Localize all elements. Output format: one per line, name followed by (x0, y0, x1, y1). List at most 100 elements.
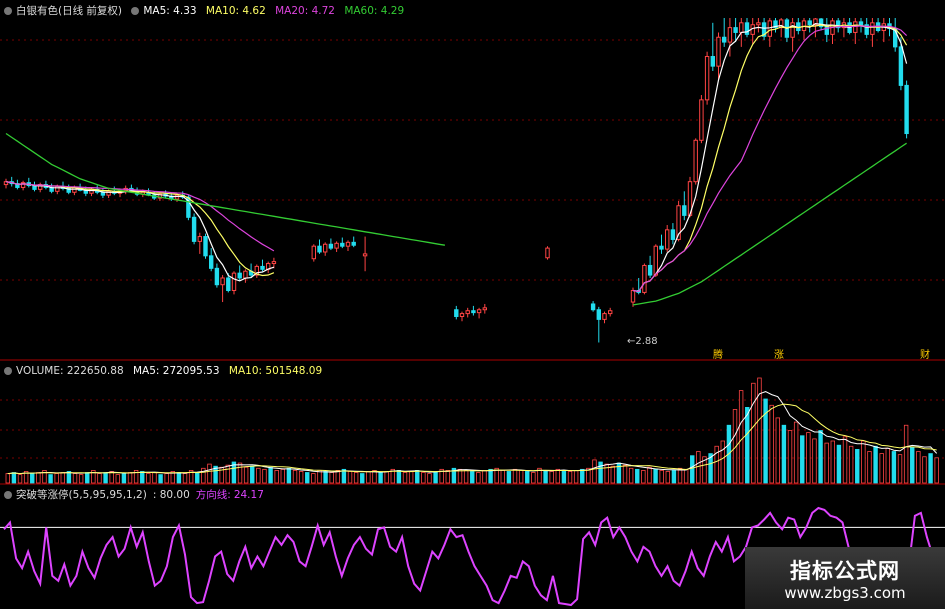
event-tag-1[interactable]: 腾 (713, 346, 723, 361)
volume-bar-105 (647, 466, 652, 484)
volume-bar-77 (476, 472, 481, 484)
candle-r42 (870, 22, 875, 35)
ma5-line-a (5, 181, 275, 282)
candle-iso3 (465, 310, 470, 315)
watermark: 指标公式网 www.zbgs3.com (745, 547, 945, 609)
volume-bar-72 (445, 469, 450, 484)
indicator-line-value: 24.17 (233, 489, 264, 501)
volume-bar-54 (335, 469, 340, 484)
candle-iso10 (602, 313, 607, 320)
candle-iso0 (362, 253, 368, 257)
volume-ma5-label: MA5: 272095.53 (132, 365, 220, 377)
ma20-label: MA20: 4.72 (275, 5, 335, 17)
volume-bar-76 (470, 471, 475, 484)
volume-bar-47 (292, 469, 298, 484)
volume-bar-41 (256, 467, 261, 484)
indicator-line-label: 方向线: (195, 489, 231, 501)
candle-iso8 (590, 303, 596, 311)
volume-bar-94 (580, 468, 585, 484)
volume-bar-144 (885, 447, 890, 484)
volume-ma10-label: MA10: 501548.09 (228, 365, 323, 377)
volume-bar-75 (463, 469, 469, 484)
candle-r5 (659, 245, 664, 250)
event-tag-3[interactable]: 财 (920, 346, 930, 361)
volume-bar-132 (812, 438, 817, 484)
volume-bar-8 (54, 473, 59, 484)
candle-iso6 (482, 307, 488, 311)
candle-r14 (710, 56, 715, 67)
candle-r13 (704, 56, 710, 101)
volume-bar-125 (769, 404, 774, 484)
volume-bar-145 (891, 451, 897, 484)
volume-bar-16 (103, 472, 108, 484)
stock-title: 白银有色(日线 前复权) (16, 5, 123, 17)
volume-bar-109 (671, 469, 677, 484)
volume-bar-126 (775, 417, 780, 484)
candle-r24 (767, 20, 772, 37)
candle-b0 (311, 245, 317, 260)
volume-bar-20 (127, 472, 133, 484)
candle-r48 (904, 84, 909, 135)
candle-r16 (722, 36, 727, 43)
volume-bar-90 (555, 468, 560, 484)
volume-bar-151 (928, 453, 933, 484)
low-price-annotation: ←2.88 (627, 336, 658, 347)
indicator-menu-icon[interactable] (4, 491, 12, 499)
candle-r0 (630, 289, 636, 303)
candle-38 (220, 277, 225, 286)
volume-bar-124 (763, 398, 768, 484)
chart-menu-icon[interactable] (4, 7, 12, 15)
volume-bar-110 (677, 467, 683, 484)
volume-bar-70 (433, 471, 438, 484)
watermark-title: 指标公式网 (790, 559, 900, 583)
volume-bar-69 (427, 473, 432, 484)
volume-bar-104 (641, 469, 646, 484)
candle-b1 (317, 245, 322, 253)
ma-menu-icon[interactable] (131, 7, 140, 15)
candle-r31 (807, 20, 812, 26)
event-tag-2[interactable]: 涨 (774, 346, 784, 361)
volume-bar-1 (11, 472, 17, 484)
candle-r12 (699, 99, 704, 141)
candle-b3 (328, 243, 334, 249)
candle-r19 (739, 22, 744, 33)
volume-bar-127 (781, 424, 787, 484)
volume-bar-84 (518, 469, 524, 484)
candle-r2 (642, 264, 647, 293)
volume-bar-103 (635, 468, 640, 484)
candle-iso5 (476, 309, 482, 314)
volume-bar-122 (751, 382, 756, 484)
candle-r18 (733, 27, 738, 33)
volume-bar-62 (384, 471, 389, 484)
volume-bar-33 (207, 463, 212, 484)
volume-bar-23 (146, 473, 151, 484)
indicator-header: 突破等涨停(5,5,95,95,1,2): 80.00 方向线: 24.17 (4, 488, 270, 502)
volume-bar-25 (158, 474, 163, 484)
volume-bar-46 (286, 467, 292, 484)
candle-34 (197, 236, 203, 242)
candle-b7 (351, 241, 356, 246)
candle-r17 (727, 27, 733, 43)
volume-bar-18 (115, 474, 120, 484)
candle-r20 (744, 22, 750, 35)
volume-bar-38 (237, 462, 243, 484)
volume-bar-92 (567, 471, 573, 484)
ma20-line-b (632, 25, 908, 293)
volume-menu-icon[interactable] (4, 367, 12, 375)
volume-bar-152 (934, 457, 939, 484)
volume-bar-86 (531, 472, 536, 484)
candle-iso2 (459, 313, 465, 317)
volume-bar-146 (897, 454, 903, 484)
volume-bar-64 (396, 469, 402, 484)
volume-bar-59 (366, 471, 371, 484)
volume-bar-147 (903, 424, 909, 484)
candle-r22 (756, 22, 761, 26)
volume-bar-150 (922, 456, 927, 484)
volume-bar-56 (347, 471, 353, 484)
volume-bar-24 (152, 472, 157, 484)
ma60-line-b (632, 142, 907, 306)
volume-bar-51 (317, 469, 322, 484)
candle-39 (226, 277, 231, 291)
volume-bar-28 (176, 472, 182, 484)
volume-bar-43 (268, 466, 273, 484)
